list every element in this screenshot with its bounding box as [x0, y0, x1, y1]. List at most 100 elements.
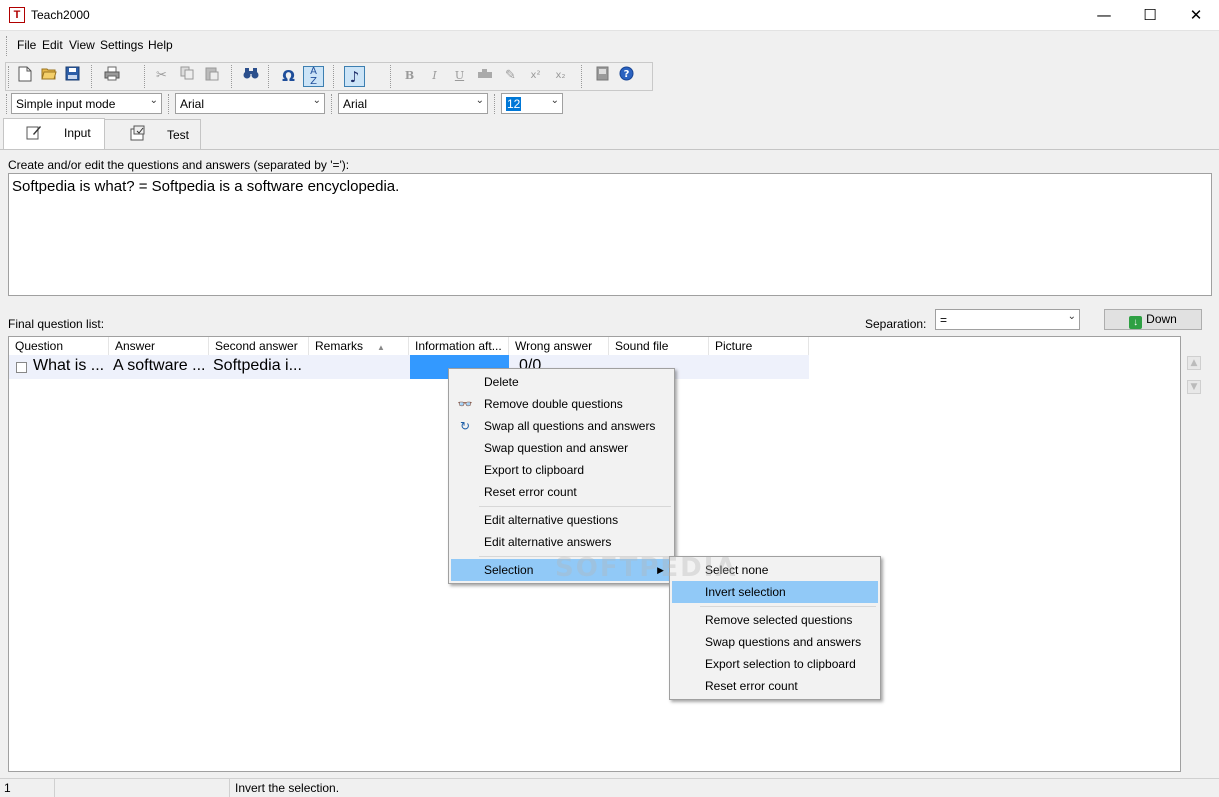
format-toolbar-grip[interactable] [331, 94, 334, 114]
highlight-icon[interactable] [474, 66, 495, 87]
tab-input-label: Input [64, 126, 91, 140]
question-font-value: Arial [180, 97, 205, 111]
omega-symbol-icon[interactable]: Ω [278, 66, 299, 87]
find-binoculars-icon[interactable] [240, 66, 261, 87]
cell-answer[interactable]: A software ... [113, 357, 208, 375]
new-file-icon[interactable] [14, 66, 35, 87]
menu-separator [479, 506, 671, 507]
question-font-select[interactable]: Arial ⌄ [175, 93, 325, 114]
qa-editor-text: Softpedia is what? = Softpedia is a soft… [12, 178, 400, 195]
sort-az-icon[interactable]: AZ [303, 66, 324, 87]
cell-question[interactable]: What is ... [33, 357, 108, 375]
menu-item-label: Edit alternative questions [484, 513, 619, 527]
menu-file[interactable]: File [17, 38, 36, 52]
underline-icon[interactable]: U [449, 66, 470, 87]
menubar-grip[interactable] [6, 36, 9, 56]
answer-font-select[interactable]: Arial ⌄ [338, 93, 488, 114]
maximize-button[interactable]: ☐ [1127, 0, 1173, 31]
svg-text:?: ? [624, 69, 630, 80]
subscript-icon[interactable]: x₂ [550, 66, 571, 87]
menu-item-label: Swap question and answer [484, 441, 629, 455]
chevron-down-icon: ⌄ [475, 95, 484, 106]
menu-item-edit-alt-questions[interactable]: Edit alternative questions [451, 509, 672, 531]
title-bar [0, 0, 1219, 31]
menu-settings[interactable]: Settings [100, 38, 143, 52]
cell-second-answer[interactable]: Softpedia i... [213, 357, 308, 375]
input-mode-value: Simple input mode [16, 97, 116, 111]
menu-item-reset-error-count[interactable]: Reset error count [451, 481, 672, 503]
toolbar-separator [144, 65, 145, 88]
cut-icon[interactable]: ✂ [151, 66, 172, 87]
tab-input[interactable]: Input [3, 118, 105, 150]
minimize-button[interactable]: — [1081, 0, 1127, 31]
menu-item-label: Swap questions and answers [705, 635, 862, 649]
font-size-select[interactable]: 12 ⌄ [501, 93, 563, 114]
print-icon[interactable] [101, 66, 122, 87]
menu-help[interactable]: Help [148, 38, 173, 52]
separation-select[interactable]: = ⌄ [935, 309, 1080, 330]
menu-view[interactable]: View [69, 38, 95, 52]
tab-divider [0, 149, 1219, 150]
menu-item-swap-question-answer[interactable]: Swap question and answer [451, 437, 672, 459]
row-checkbox[interactable] [16, 362, 27, 373]
menu-item-label: Selection [484, 563, 534, 577]
save-icon[interactable] [62, 66, 83, 87]
open-folder-icon[interactable] [38, 66, 59, 87]
separation-label: Separation: [865, 317, 927, 331]
menu-item-export-selection[interactable]: Export selection to clipboard [672, 653, 878, 675]
down-button-label: Down [1146, 312, 1177, 326]
music-note-icon[interactable]: ♪ [344, 66, 365, 87]
column-header-remarks[interactable]: Remarks ▲ [309, 337, 409, 355]
help-icon[interactable]: ? [616, 66, 637, 87]
pen-icon[interactable]: ✎ [500, 66, 521, 87]
format-toolbar-grip[interactable] [168, 94, 171, 114]
answer-font-value: Arial [343, 97, 368, 111]
font-size-value: 12 [506, 97, 522, 111]
qa-editor[interactable]: Softpedia is what? = Softpedia is a soft… [8, 173, 1212, 296]
menu-item-swap-questions-answers[interactable]: Swap questions and answers [672, 631, 878, 653]
menu-item-label: Remove selected questions [705, 613, 853, 627]
column-header-picture[interactable]: Picture [709, 337, 809, 355]
move-down-icon[interactable]: ▼ [1187, 380, 1201, 394]
format-toolbar-grip[interactable] [494, 94, 497, 114]
italic-icon[interactable]: I [424, 66, 445, 87]
book-icon[interactable] [591, 66, 612, 87]
column-header-information-after[interactable]: Information aft... [409, 337, 509, 355]
menu-edit[interactable]: Edit [42, 38, 63, 52]
edit-note-icon [26, 124, 42, 143]
column-header-second-answer[interactable]: Second answer [209, 337, 309, 355]
toolbar-grip[interactable] [8, 66, 11, 88]
toolbar-separator [231, 65, 232, 88]
status-panel-hint: Invert the selection. [235, 781, 340, 795]
window-title: Teach2000 [31, 8, 90, 22]
close-button[interactable]: ✕ [1173, 0, 1219, 31]
toolbar-separator [390, 65, 391, 88]
column-header-wrong-answer[interactable]: Wrong answer [509, 337, 609, 355]
menu-item-swap-all[interactable]: ↻ Swap all questions and answers [451, 415, 672, 437]
column-header-answer[interactable]: Answer [109, 337, 209, 355]
format-toolbar-grip[interactable] [6, 94, 9, 114]
copy-icon[interactable] [176, 66, 197, 87]
menu-item-label: Export to clipboard [484, 463, 585, 477]
down-button[interactable]: ↓ Down [1104, 309, 1202, 330]
menu-item-label: Swap all questions and answers [484, 419, 656, 433]
paste-icon[interactable] [201, 66, 222, 87]
menu-item-invert-selection[interactable]: Invert selection [672, 581, 878, 603]
toolbar-separator [581, 65, 582, 88]
tab-test[interactable]: Test [104, 119, 201, 149]
watermark: SOFTPEDIA [555, 553, 738, 583]
bold-icon[interactable]: B [399, 66, 420, 87]
column-header-question[interactable]: Question [9, 337, 109, 355]
menu-item-remove-double[interactable]: 👓 Remove double questions [451, 393, 672, 415]
menu-item-delete[interactable]: Delete [451, 371, 672, 393]
move-up-icon[interactable]: ▲ [1187, 356, 1201, 370]
menu-item-edit-alt-answers[interactable]: Edit alternative answers [451, 531, 672, 553]
input-mode-select[interactable]: Simple input mode ⌄ [11, 93, 162, 114]
column-header-sound-file[interactable]: Sound file [609, 337, 709, 355]
superscript-icon[interactable]: x² [525, 66, 546, 87]
menu-item-export-clipboard[interactable]: Export to clipboard [451, 459, 672, 481]
menu-item-reset-error-count-selection[interactable]: Reset error count [672, 675, 878, 697]
binoculars-icon: 👓 [457, 397, 473, 411]
menu-separator [700, 606, 876, 607]
menu-item-remove-selected[interactable]: Remove selected questions [672, 609, 878, 631]
